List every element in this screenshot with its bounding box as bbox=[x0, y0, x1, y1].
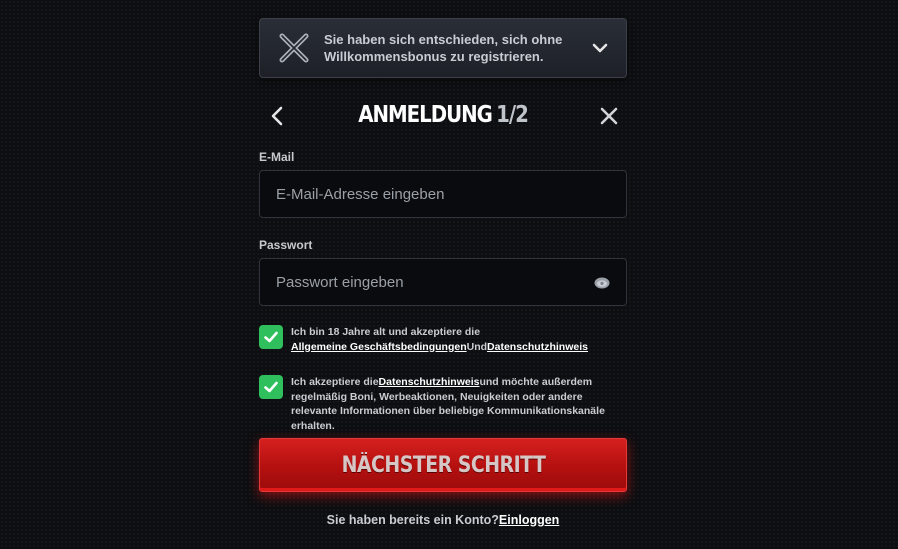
marketing-text-before: Ich akzeptiere die bbox=[291, 376, 379, 388]
next-step-label: NÄCHSTER SCHRITT bbox=[341, 452, 545, 478]
email-field[interactable] bbox=[260, 171, 626, 217]
step-indicator: 1/2 bbox=[496, 102, 529, 128]
email-field-wrapper bbox=[259, 170, 627, 218]
close-icon[interactable] bbox=[599, 106, 619, 126]
password-label: Passwort bbox=[259, 238, 313, 252]
eye-icon[interactable] bbox=[594, 275, 610, 291]
login-link[interactable]: Einloggen bbox=[499, 513, 559, 527]
marketing-checkbox[interactable] bbox=[259, 375, 283, 399]
crossed-swords-icon bbox=[279, 33, 309, 63]
terms-consent-text: Ich bin 18 Jahre alt und akzeptiere die … bbox=[291, 325, 627, 354]
email-label: E-Mail bbox=[259, 150, 295, 164]
form-header: ANMELDUNG 1/2 bbox=[259, 100, 627, 132]
privacy-link-1[interactable]: Datenschutzhinweis bbox=[487, 341, 588, 353]
page-title: ANMELDUNG 1/2 bbox=[285, 102, 601, 128]
login-text: Sie haben bereits ein Konto? bbox=[326, 513, 499, 527]
password-field[interactable] bbox=[260, 259, 626, 305]
terms-link[interactable]: Allgemeine Geschäftsbedingungen bbox=[291, 341, 467, 353]
next-step-button[interactable]: NÄCHSTER SCHRITT bbox=[259, 438, 627, 492]
conjunction-text: Und bbox=[466, 340, 488, 353]
privacy-link-2[interactable]: Datenschutzhinweis bbox=[379, 376, 480, 388]
checkmark-icon bbox=[264, 381, 278, 393]
login-prompt: Sie haben bereits ein Konto?Einloggen bbox=[259, 513, 627, 527]
title-text: ANMELDUNG bbox=[358, 102, 493, 128]
marketing-consent-text: Ich akzeptiere dieDatenschutzhinweisund … bbox=[291, 375, 627, 433]
terms-text: Ich bin 18 Jahre alt und akzeptiere die bbox=[291, 326, 481, 338]
chevron-down-icon[interactable] bbox=[592, 40, 608, 56]
chevron-left-icon[interactable] bbox=[269, 106, 285, 126]
password-field-wrapper bbox=[259, 258, 627, 306]
no-bonus-banner[interactable]: Sie haben sich entschieden, sich ohne Wi… bbox=[259, 18, 627, 78]
terms-checkbox[interactable] bbox=[259, 325, 283, 349]
banner-text: Sie haben sich entschieden, sich ohne Wi… bbox=[324, 32, 563, 64]
checkmark-icon bbox=[264, 331, 278, 343]
